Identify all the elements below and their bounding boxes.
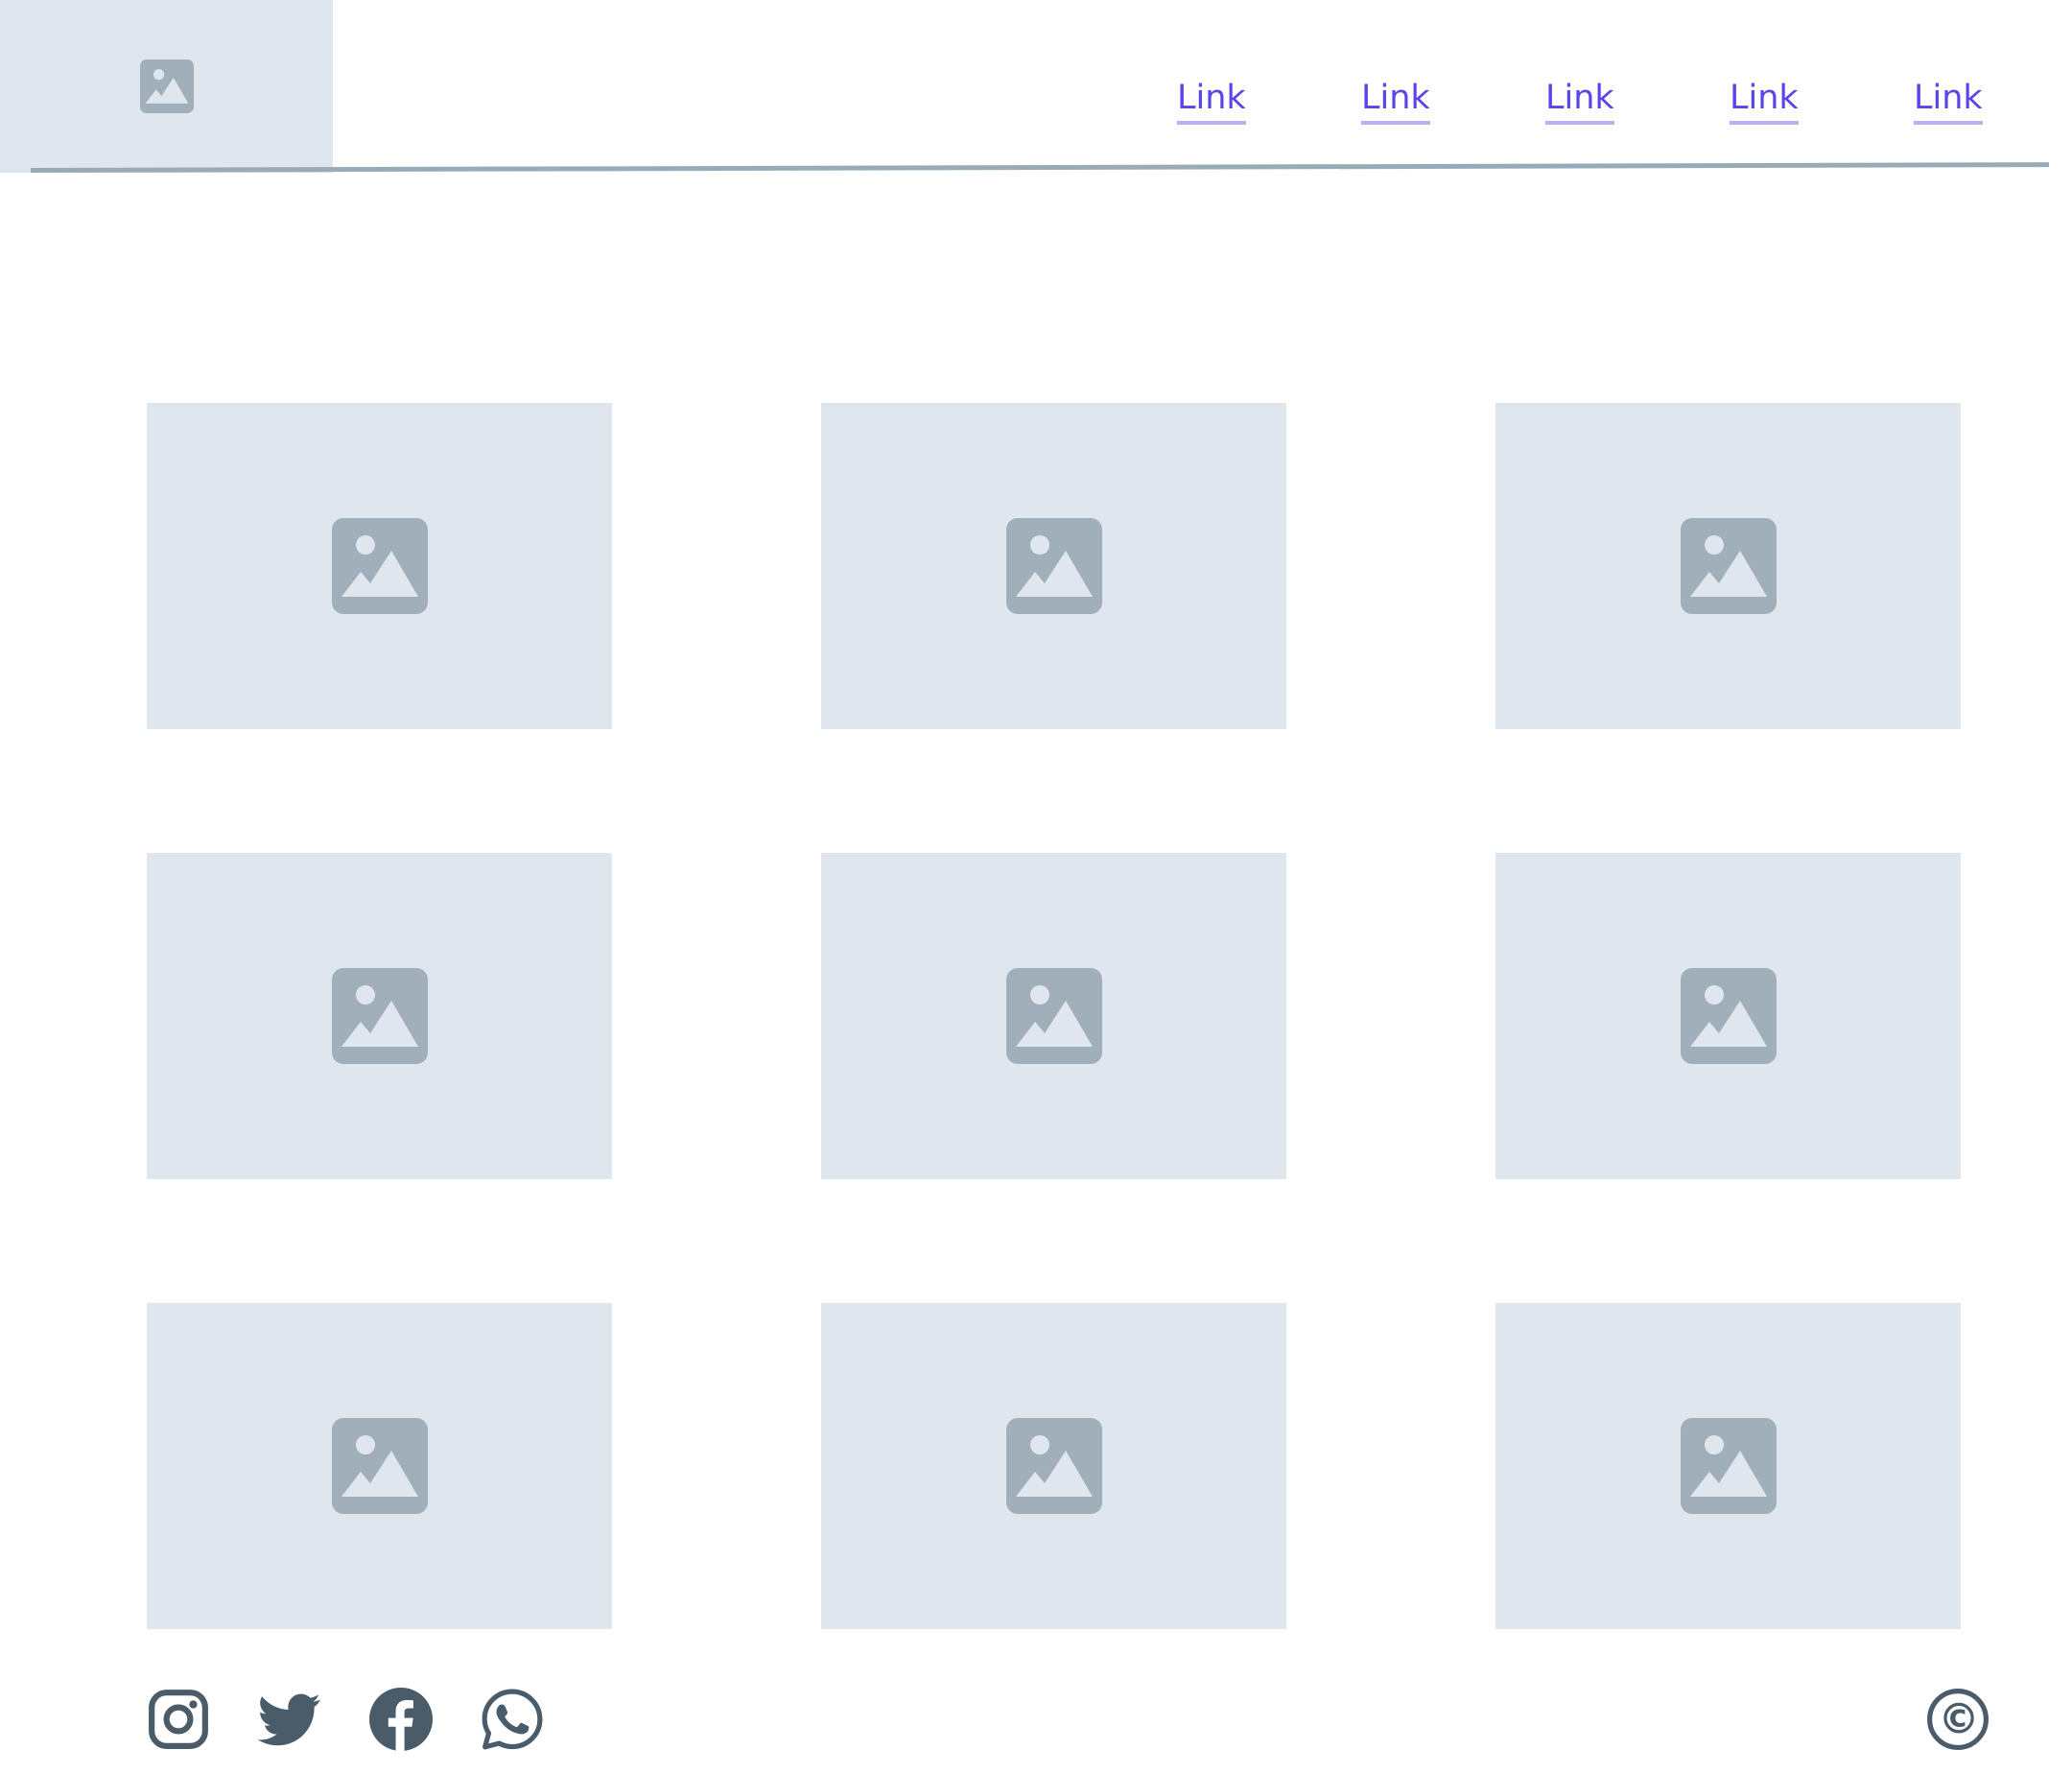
image-placeholder-icon <box>1680 1418 1777 1514</box>
whatsapp-link[interactable] <box>481 1688 544 1751</box>
image-placeholder-icon <box>1005 1418 1102 1514</box>
gallery-tile-8[interactable] <box>821 1303 1286 1629</box>
nav-link-4[interactable]: Link <box>1730 75 1799 125</box>
image-placeholder-icon <box>1680 518 1777 614</box>
image-placeholder-icon <box>331 1418 428 1514</box>
image-placeholder-icon <box>139 59 194 113</box>
instagram-icon <box>149 1690 208 1749</box>
gallery-tile-4[interactable] <box>147 853 612 1179</box>
whatsapp-icon <box>482 1689 543 1750</box>
gallery-tile-1[interactable] <box>147 403 612 729</box>
instagram-link[interactable] <box>147 1688 210 1751</box>
image-placeholder-icon <box>1680 968 1777 1064</box>
image-placeholder-icon <box>331 968 428 1064</box>
gallery-tile-7[interactable] <box>147 1303 612 1629</box>
nav-link-2[interactable]: Link <box>1361 75 1430 125</box>
copyright-symbol: © <box>1938 1695 1979 1743</box>
gallery-tile-3[interactable] <box>1495 403 1961 729</box>
nav-link-3[interactable]: Link <box>1545 75 1614 125</box>
nav-link-1[interactable]: Link <box>1177 75 1246 125</box>
nav-link-5[interactable]: Link <box>1914 75 1983 125</box>
copyright-circle-icon: © <box>1927 1689 1989 1750</box>
twitter-icon <box>258 1693 320 1746</box>
gallery-tile-6[interactable] <box>1495 853 1961 1179</box>
header-divider <box>30 162 2049 173</box>
copyright-icon: © <box>1926 1688 1990 1751</box>
image-placeholder-icon <box>1005 518 1102 614</box>
facebook-icon <box>369 1688 433 1751</box>
gallery-tile-9[interactable] <box>1495 1303 1961 1629</box>
facebook-link[interactable] <box>369 1688 433 1751</box>
image-placeholder-icon <box>331 518 428 614</box>
image-placeholder-icon <box>1005 968 1102 1064</box>
logo[interactable] <box>0 0 333 173</box>
gallery-tile-5[interactable] <box>821 853 1286 1179</box>
twitter-link[interactable] <box>258 1688 321 1751</box>
gallery-tile-2[interactable] <box>821 403 1286 729</box>
